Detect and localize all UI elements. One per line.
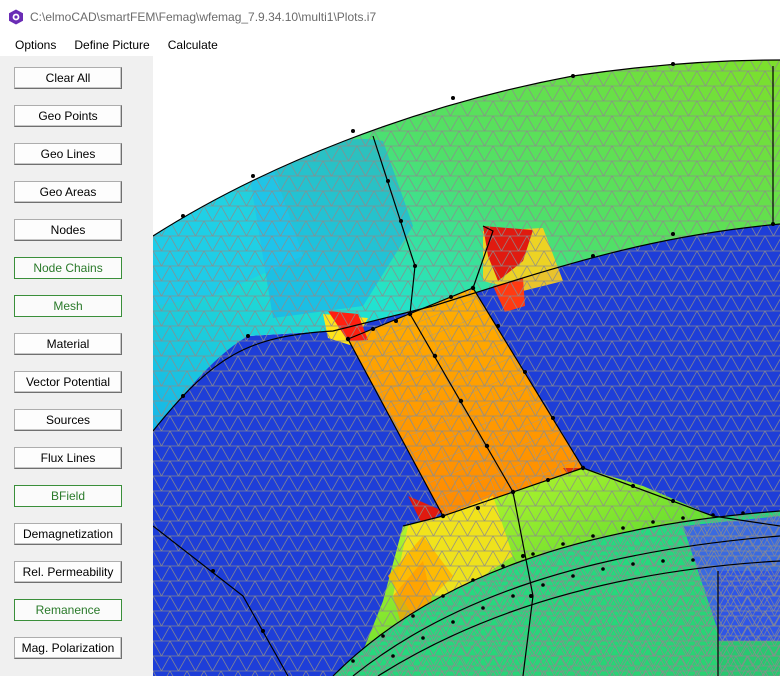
demagnetization-button[interactable]: Demagnetization: [14, 523, 122, 545]
remanence-button[interactable]: Remanence: [14, 599, 122, 621]
femag-app-icon: [9, 9, 23, 25]
plot-options-sidebar: Clear All Geo Points Geo Lines Geo Areas…: [0, 56, 153, 676]
node-chains-button[interactable]: Node Chains: [14, 257, 122, 279]
menu-calculate[interactable]: Calculate: [159, 34, 227, 56]
flux-lines-button[interactable]: Flux Lines: [14, 447, 122, 469]
plot-canvas[interactable]: [153, 56, 780, 676]
title-bar: C:\elmoCAD\smartFEM\Femag\wfemag_7.9.34.…: [0, 0, 780, 34]
menu-bar: Options Define Picture Calculate: [0, 34, 780, 56]
mesh-button[interactable]: Mesh: [14, 295, 122, 317]
mag-polarization-button[interactable]: Mag. Polarization: [14, 637, 122, 659]
vector-potential-button[interactable]: Vector Potential: [14, 371, 122, 393]
fem-plot[interactable]: [153, 56, 780, 676]
sources-button[interactable]: Sources: [14, 409, 122, 431]
rel-permeability-button[interactable]: Rel. Permeability: [14, 561, 122, 583]
nodes-button[interactable]: Nodes: [14, 219, 122, 241]
material-button[interactable]: Material: [14, 333, 122, 355]
window-title: C:\elmoCAD\smartFEM\Femag\wfemag_7.9.34.…: [30, 10, 377, 24]
clear-all-button[interactable]: Clear All: [14, 67, 122, 89]
bfield-button[interactable]: BField: [14, 485, 122, 507]
geo-areas-button[interactable]: Geo Areas: [14, 181, 122, 203]
menu-options[interactable]: Options: [0, 34, 65, 56]
geo-lines-button[interactable]: Geo Lines: [14, 143, 122, 165]
menu-define-picture[interactable]: Define Picture: [65, 34, 158, 56]
geo-points-button[interactable]: Geo Points: [14, 105, 122, 127]
